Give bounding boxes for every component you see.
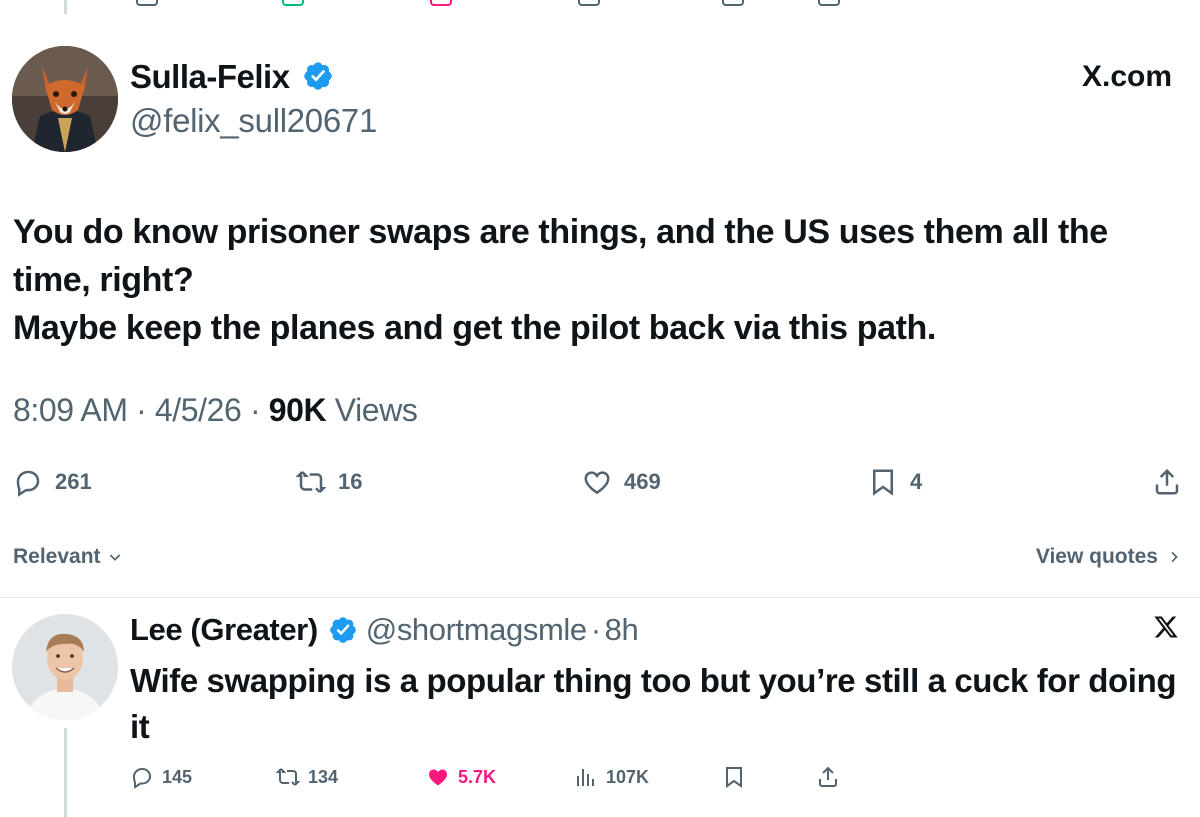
tweet-text-line: You do know prisoner swaps are things, a…	[13, 213, 1108, 251]
reply-button[interactable]: 261	[13, 462, 92, 502]
like-button[interactable]: 469	[582, 462, 661, 502]
person-avatar-image	[12, 614, 118, 720]
bookmark-count: 4	[910, 469, 923, 494]
view-quotes-link[interactable]: View quotes	[1036, 545, 1182, 569]
reply-views-count: 107K	[606, 766, 650, 787]
reply-share-button[interactable]	[816, 762, 840, 792]
verified-icon[interactable]	[328, 615, 358, 645]
author-avatar[interactable]	[12, 46, 118, 152]
reply-icon	[132, 768, 152, 789]
previous-bookmark-icon	[722, 0, 744, 6]
meta-separator: ·	[136, 392, 147, 428]
tweet-date[interactable]: 4/5/26	[155, 392, 242, 428]
bookmark-icon	[873, 469, 893, 496]
author-name[interactable]: Sulla-Felix	[130, 58, 290, 96]
previous-share-icon	[818, 0, 840, 6]
tweet-time[interactable]: 8:09 AM	[13, 392, 128, 428]
sort-dropdown[interactable]: Relevant	[13, 545, 123, 569]
view-quotes-label: View quotes	[1035, 545, 1158, 568]
reply-author-name[interactable]: Lee (Greater)	[130, 612, 318, 648]
repost-icon	[276, 768, 300, 786]
sort-label: Relevant	[13, 545, 101, 568]
views-icon	[577, 769, 594, 786]
meta-separator: ·	[249, 392, 261, 428]
x-logo-icon[interactable]	[1152, 612, 1180, 642]
like-icon	[584, 471, 610, 495]
reply-count: 261	[55, 469, 92, 494]
tweet-meta: 8:09 AM · 4/5/26 · 90K Views	[13, 392, 418, 429]
repost-count: 16	[338, 469, 363, 494]
previous-views-icon	[578, 0, 600, 6]
tweet-text-line: Maybe keep the planes and get the pilot …	[13, 309, 936, 347]
reply-bookmark-button[interactable]	[722, 762, 746, 792]
previous-repost-icon	[282, 0, 304, 6]
reply-like-button[interactable]: 5.7K	[426, 762, 496, 792]
tweet-text-line: time, right?	[13, 261, 194, 299]
reply-repost-button[interactable]: 134	[276, 762, 338, 792]
verified-icon[interactable]	[302, 60, 334, 92]
reply-header: Lee (Greater) @shortmagsmle · 8h	[130, 612, 639, 648]
author-handle[interactable]: @felix_sull20671	[130, 102, 377, 140]
reply-author-avatar[interactable]	[12, 614, 118, 720]
reply-repost-count: 134	[308, 766, 339, 787]
repost-button[interactable]: 16	[296, 462, 362, 502]
tweet-actions: 261 16 469 4	[0, 462, 1200, 502]
reply-text-line: it	[130, 708, 150, 745]
views-label[interactable]: Views	[335, 392, 418, 428]
views-count[interactable]: 90K	[269, 392, 327, 428]
reply-separator: ·	[590, 612, 601, 647]
previous-tweet-actions	[0, 0, 1200, 6]
reply-reply-button[interactable]: 145	[130, 762, 192, 792]
tweet-text: You do know prisoner swaps are things, a…	[13, 208, 1193, 352]
share-button[interactable]	[1152, 462, 1182, 502]
reply-views-button[interactable]: 107K	[574, 762, 649, 792]
repost-icon	[296, 471, 326, 493]
fox-avatar-image	[12, 46, 118, 152]
chevron-down-icon	[109, 554, 120, 561]
reply-icon	[16, 470, 40, 497]
like-count: 469	[624, 469, 661, 494]
reply-reply-count: 145	[162, 766, 193, 787]
chevron-right-icon	[1171, 551, 1178, 563]
bookmark-icon	[726, 767, 742, 788]
like-icon	[429, 769, 447, 786]
share-icon	[819, 766, 837, 787]
reply-author-handle[interactable]: @shortmagsmle	[366, 612, 587, 648]
previous-reply-icon	[136, 0, 158, 6]
reply-like-count: 5.7K	[458, 766, 497, 787]
divider	[0, 597, 1200, 598]
reply-actions: 145 134 5.7K 107K	[0, 762, 1200, 792]
reply-text: Wife swapping is a popular thing too but…	[130, 658, 1190, 750]
brand-label: X.com	[1081, 60, 1172, 93]
share-icon	[1155, 468, 1179, 495]
reply-time[interactable]: 8h	[605, 612, 639, 648]
reply-text-line: Wife swapping is a popular thing too but…	[130, 662, 1177, 699]
bookmark-button[interactable]: 4	[868, 462, 922, 502]
previous-like-icon	[430, 0, 452, 6]
